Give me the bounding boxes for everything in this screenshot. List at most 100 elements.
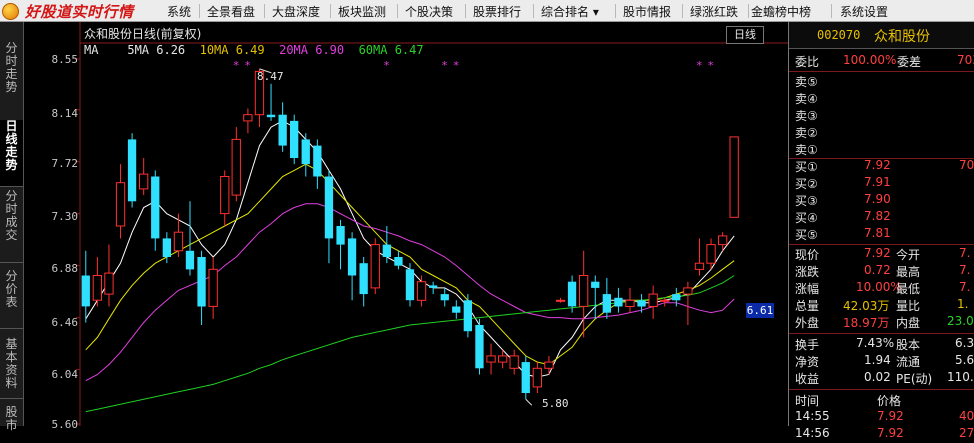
buy-label: 买③ <box>795 194 818 208</box>
candle-body-down <box>567 281 577 307</box>
candle-body-down <box>394 257 403 266</box>
sell-row[interactable]: 卖① <box>789 141 974 158</box>
signal-star-icon: * <box>245 59 251 72</box>
stat-value: 1. <box>957 297 969 311</box>
candle-body-up <box>660 299 670 302</box>
signal-star-icon: * <box>696 59 702 72</box>
stock-code: 002070 <box>817 28 861 42</box>
buy-label: 买⑤ <box>795 228 818 242</box>
period-daily-button[interactable]: 日线 <box>726 26 764 44</box>
stat-row: 外盘 18.97万 内盘 23.0 <box>789 314 974 331</box>
sell-row[interactable]: 卖② <box>789 124 974 141</box>
stock-header: 002070 众和股份 <box>789 22 974 49</box>
candle-body-up <box>718 235 728 246</box>
candle-body-down <box>359 263 368 295</box>
low-leader-line <box>525 398 533 406</box>
candle-body-up <box>416 281 427 301</box>
sell-label: 卖② <box>795 126 818 140</box>
candle-body-down <box>440 294 449 301</box>
buy-row[interactable]: 买② 7.91 <box>789 175 974 192</box>
tick-volume: 27 <box>959 426 974 440</box>
divider <box>789 71 974 72</box>
buy-price: 7.81 <box>864 226 891 240</box>
candle-body-up <box>694 262 705 270</box>
signal-star-icon: * <box>453 59 459 72</box>
low-annotation: 5.80 <box>542 397 569 410</box>
candle-body-up <box>104 272 114 295</box>
stat-value: 7. <box>959 246 971 260</box>
candle-body-down <box>151 176 160 239</box>
stock-name: 众和股份 <box>874 29 930 45</box>
y-tick-label: 7.72 <box>51 157 79 170</box>
candle-body-down <box>429 285 438 288</box>
sell-label: 卖③ <box>795 109 818 123</box>
fund-value: 5.6 <box>955 353 974 367</box>
fund-value: 7.43% <box>856 336 895 350</box>
candle-body-up <box>139 173 149 190</box>
candle-body-up <box>544 361 554 369</box>
ma60-value: 60MA 6.47 <box>358 43 424 57</box>
fund-label: PE(动) <box>896 372 933 386</box>
candle-body-down <box>382 244 391 257</box>
candle-body-up <box>208 268 218 307</box>
candle-body-down <box>672 294 681 301</box>
stat-value: 7.92 <box>864 246 891 260</box>
candle-body-up <box>243 114 253 122</box>
candle-body-up <box>115 182 126 227</box>
buy-label: 买④ <box>795 211 818 225</box>
stat-value: 0.72 <box>864 263 891 277</box>
candle-body-up <box>579 275 589 307</box>
menu-divider <box>831 4 832 18</box>
stat-value: 18.97万 <box>843 316 890 330</box>
candle-body-down <box>336 226 345 245</box>
buy-row[interactable]: 买④ 7.82 <box>789 209 974 226</box>
candle-body-up <box>625 299 635 307</box>
candle-body-up <box>648 293 658 308</box>
commission-ratio-row: 委比 100.00% 委差 703 <box>789 53 974 70</box>
stat-row: 涨跌 0.72 最高 7. <box>789 263 974 280</box>
candle-body-down <box>162 238 171 257</box>
buy-row[interactable]: 买① 7.92 702 <box>789 158 974 175</box>
candle-body-up <box>532 367 543 388</box>
sell-row[interactable]: 卖③ <box>789 107 974 124</box>
stat-value: 42.03万 <box>843 299 890 313</box>
fund-label: 净资 <box>795 355 820 369</box>
sell-row[interactable]: 卖④ <box>789 90 974 107</box>
tick-price: 7.92 <box>877 426 904 440</box>
buy-row[interactable]: 买③ 7.90 <box>789 192 974 209</box>
fund-label: 换手 <box>795 338 820 352</box>
candle-body-down <box>405 269 415 301</box>
y-tick-label: 6.46 <box>51 316 79 329</box>
current-price-tag: 6.61 <box>746 303 774 318</box>
candle-body-down <box>521 362 530 393</box>
stat-label: 涨跌 <box>795 265 820 279</box>
signal-star-icon: * <box>384 59 390 72</box>
candle-body-down <box>347 238 357 276</box>
commission-diff-label: 委差 <box>897 55 922 69</box>
candle-body-up <box>173 231 184 252</box>
stat-label: 今开 <box>896 248 921 262</box>
high-annotation: 8.47 <box>257 70 284 83</box>
candle-body-up <box>706 244 716 264</box>
buy-row[interactable]: 买⑤ 7.81 <box>789 226 974 243</box>
tick-price: 7.92 <box>877 409 904 423</box>
stat-label: 外盘 <box>795 316 820 330</box>
candle-body-down <box>81 275 90 307</box>
kline-chart[interactable]: * * * * * * * <box>0 0 788 426</box>
sell-row[interactable]: 卖⑤ <box>789 73 974 90</box>
candle-body-down <box>463 300 472 332</box>
tick-time: 14:55 <box>795 409 830 423</box>
sell-label: 卖① <box>795 143 818 157</box>
candle-body-down <box>290 120 299 158</box>
stat-row: 涨幅 10.00% 最低 7. <box>789 280 974 297</box>
signal-star-icon: * <box>442 59 448 72</box>
menu-settings[interactable]: 系统设置 <box>840 3 888 20</box>
stat-value: 7. <box>959 263 971 277</box>
fund-value: 1.94 <box>864 353 891 367</box>
tick-time: 14:56 <box>795 426 830 440</box>
buy-price: 7.82 <box>864 209 891 223</box>
stat-label: 涨幅 <box>795 282 820 296</box>
fund-row: 收益 0.02 PE(动) 110. <box>789 370 974 387</box>
buy-label: 买① <box>795 160 818 174</box>
fund-label: 流通 <box>896 355 921 369</box>
